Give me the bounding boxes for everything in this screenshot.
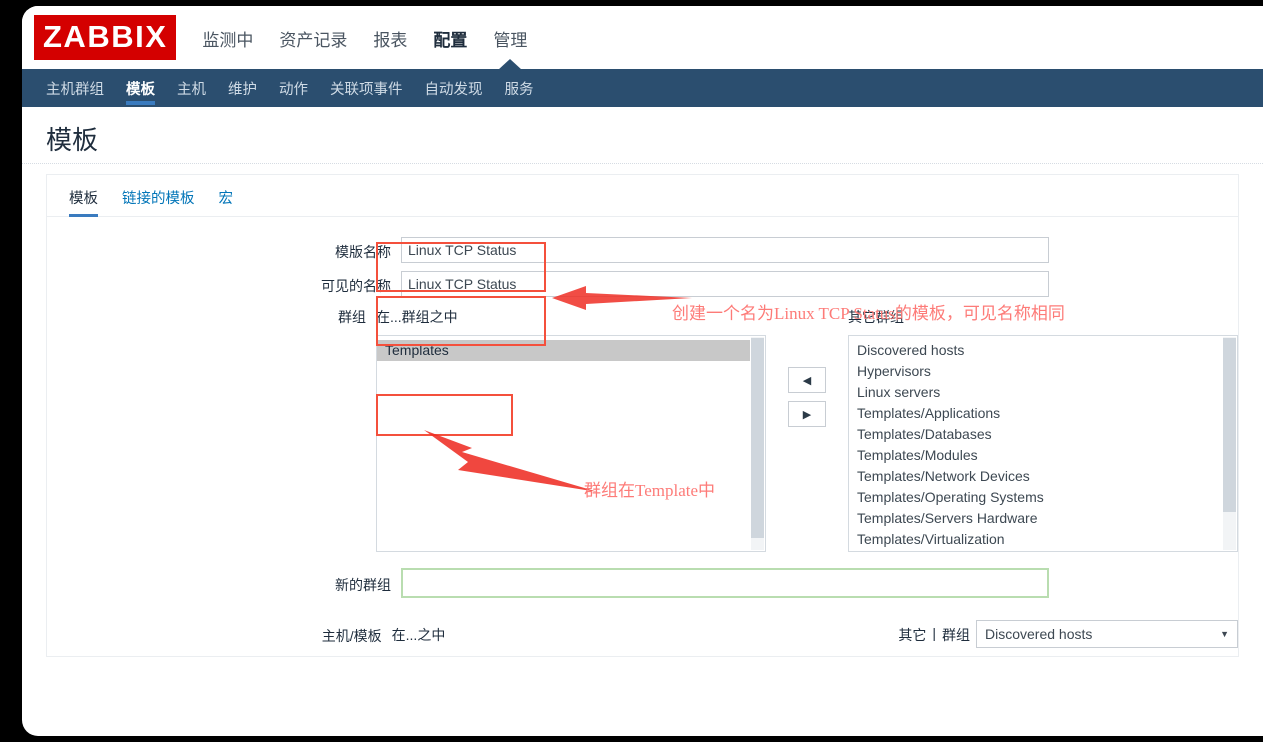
- in-groups-listbox[interactable]: Templates: [376, 335, 766, 552]
- field-row-new-group: 新的群组: [47, 568, 1238, 598]
- template-name-input[interactable]: [401, 237, 1049, 263]
- field-row-template-name: 模版名称: [47, 237, 1238, 263]
- subnav-item-hosts[interactable]: 主机: [177, 69, 206, 107]
- other-groups-caption: 其它群组: [848, 309, 904, 325]
- list-item[interactable]: Hypervisors: [849, 361, 1237, 382]
- label-visible-name: 可见的名称: [321, 278, 391, 294]
- template-form-card: 模板 链接的模板 宏 模版名称 可见的名称 群组 在...群组之中: [46, 174, 1239, 657]
- form-tabs: 模板 链接的模板 宏: [47, 175, 1238, 217]
- browser-window: ZABBIX 监测中 资产记录 报表 配置 管理 主机群组 模板 主机 维护 动…: [22, 6, 1263, 736]
- hosts-templates-other-area: 其它 | 群组 Discovered hosts ▼: [898, 620, 1238, 648]
- triangle-right-icon: ▶: [802, 408, 812, 421]
- main-menu-item-administration[interactable]: 管理: [491, 24, 529, 53]
- other-groups-scroll-thumb[interactable]: [1223, 338, 1236, 512]
- hosts-templates-separator: |: [932, 625, 936, 641]
- visible-name-input[interactable]: [401, 271, 1049, 297]
- subnav-item-services[interactable]: 服务: [505, 69, 534, 107]
- move-right-button[interactable]: ▶: [788, 401, 826, 427]
- main-menu-item-monitoring[interactable]: 监测中: [200, 24, 255, 53]
- list-item[interactable]: Templates/Virtualization: [849, 529, 1237, 550]
- field-row-visible-name: 可见的名称: [47, 271, 1238, 297]
- in-groups-column: 在...群组之中 Templates: [376, 307, 766, 552]
- list-item[interactable]: Discovered hosts: [849, 340, 1237, 361]
- hosts-templates-other-label: 其它: [898, 627, 927, 643]
- tab-template[interactable]: 模板: [69, 187, 98, 217]
- subnav-item-maintenance[interactable]: 维护: [228, 69, 257, 107]
- subnav-item-actions[interactable]: 动作: [279, 69, 308, 107]
- move-left-button[interactable]: ◀: [788, 367, 826, 393]
- list-item[interactable]: Templates/Network Devices: [849, 466, 1237, 487]
- label-groups: 群组: [338, 309, 366, 325]
- template-form: 模版名称 可见的名称 群组 在...群组之中 Templates: [47, 217, 1238, 648]
- triangle-left-icon: ◀: [802, 374, 812, 387]
- tab-macros[interactable]: 宏: [219, 187, 234, 216]
- page-title: 模板: [46, 125, 99, 155]
- app-header: ZABBIX 监测中 资产记录 报表 配置 管理: [22, 6, 1263, 69]
- list-item[interactable]: Templates/Applications: [849, 403, 1237, 424]
- new-group-input[interactable]: [401, 568, 1049, 598]
- groups-multiselect: 在...群组之中 Templates ◀ ▶ 其它群组 Discovered h…: [376, 307, 1238, 552]
- page-title-bar: 模板: [22, 107, 1263, 163]
- list-item[interactable]: Templates/Modules: [849, 445, 1237, 466]
- label-hosts-templates: 主机/模板: [321, 628, 382, 644]
- hosts-templates-in-caption: 在...之中: [391, 627, 446, 643]
- tab-linked-templates[interactable]: 链接的模板: [122, 187, 195, 216]
- list-item[interactable]: Templates/Operating Systems: [849, 487, 1237, 508]
- list-item[interactable]: Templates/Servers Hardware: [849, 508, 1237, 529]
- in-groups-scroll-thumb[interactable]: [751, 338, 764, 538]
- hosts-templates-row: 在...之中 其它 | 群组 Discovered hosts ▼: [392, 620, 1238, 648]
- group-transfer-buttons: ◀ ▶: [788, 367, 826, 427]
- subnav-item-host-groups[interactable]: 主机群组: [46, 69, 104, 107]
- subnav-item-event-correlation[interactable]: 关联项事件: [330, 69, 403, 107]
- chevron-down-icon: ▼: [1220, 629, 1229, 639]
- field-row-groups: 群组 在...群组之中 Templates ◀ ▶ 其它群组 Discovere…: [47, 307, 1238, 552]
- main-menu-item-configuration[interactable]: 配置: [431, 24, 469, 53]
- other-groups-listbox[interactable]: Discovered hosts Hypervisors Linux serve…: [848, 335, 1238, 552]
- list-item[interactable]: Linux servers: [849, 382, 1237, 403]
- main-menu: 监测中 资产记录 报表 配置 管理: [200, 24, 529, 53]
- hosts-templates-group-label: 群组: [942, 627, 970, 643]
- sub-navigation: 主机群组 模板 主机 维护 动作 关联项事件 自动发现 服务: [22, 59, 1263, 107]
- main-menu-item-inventory[interactable]: 资产记录: [277, 24, 349, 53]
- in-groups-caption: 在...群组之中: [376, 309, 458, 325]
- title-divider: [22, 163, 1263, 164]
- label-new-group: 新的群组: [335, 577, 391, 593]
- list-item[interactable]: Templates: [377, 340, 750, 361]
- list-item[interactable]: Templates/Databases: [849, 424, 1237, 445]
- subnav-item-templates[interactable]: 模板: [126, 69, 155, 107]
- subnav-item-discovery[interactable]: 自动发现: [425, 69, 483, 107]
- dropdown-value: Discovered hosts: [985, 626, 1093, 642]
- label-template-name: 模版名称: [335, 244, 391, 260]
- field-row-hosts-templates: 主机/模板 在...之中 其它 | 群组 Discovered hosts ▼: [47, 620, 1238, 648]
- zabbix-logo[interactable]: ZABBIX: [34, 15, 177, 60]
- hosts-templates-group-dropdown[interactable]: Discovered hosts ▼: [976, 620, 1238, 648]
- main-menu-item-reports[interactable]: 报表: [371, 24, 409, 53]
- other-groups-column: 其它群组 Discovered hosts Hypervisors Linux …: [848, 307, 1238, 552]
